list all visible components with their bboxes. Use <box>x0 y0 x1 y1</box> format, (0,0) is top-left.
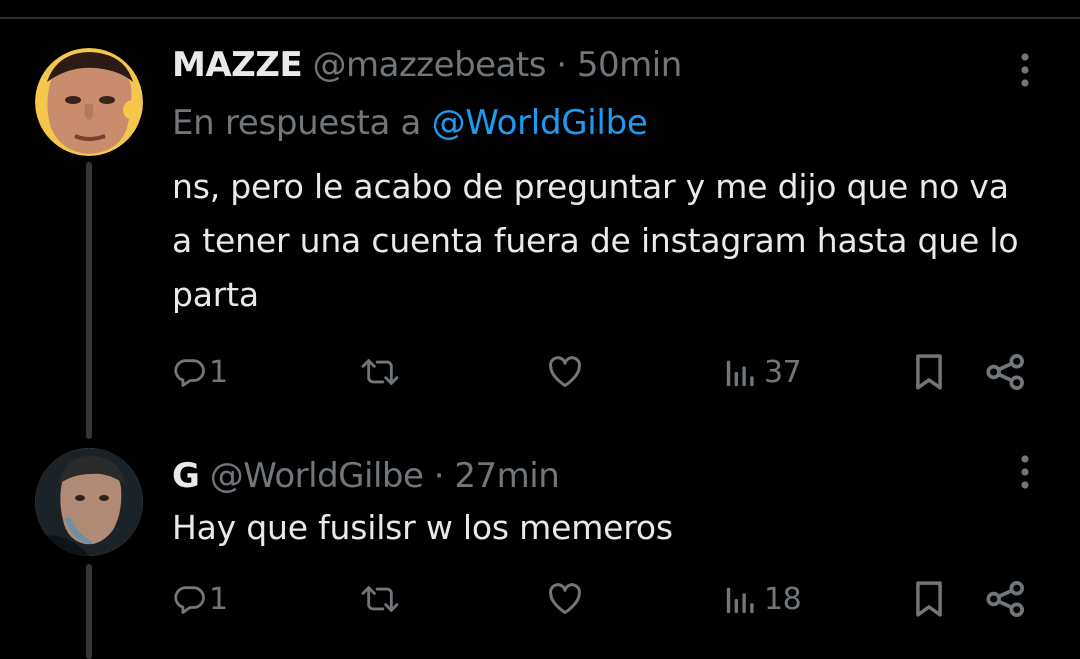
display-name[interactable]: G <box>172 456 200 496</box>
share-button[interactable] <box>986 574 1026 624</box>
bookmark-button[interactable] <box>912 347 946 397</box>
reply-prefix: En respuesta a <box>172 103 422 143</box>
thread-line <box>86 162 92 439</box>
tweet-actions: 1 18 <box>0 574 1080 624</box>
views-count: 18 <box>764 581 802 617</box>
reply-to-link[interactable]: @WorldGilbe <box>432 103 648 143</box>
tweet-header: MAZZE @mazzebeats · 50min <box>172 45 682 85</box>
tweet-text: ns, pero le acabo de preguntar y me dijo… <box>172 167 1019 314</box>
retweet-button[interactable] <box>358 574 404 624</box>
more-vertical-icon <box>1021 53 1029 87</box>
more-options-button[interactable] <box>1010 51 1040 91</box>
like-button[interactable] <box>547 347 585 397</box>
timestamp[interactable]: 27min <box>454 456 559 496</box>
user-handle[interactable]: @WorldGilbe <box>210 456 424 496</box>
tweet-header: G @WorldGilbe · 27min <box>172 456 560 496</box>
reply-bubble-icon <box>174 359 205 387</box>
user-handle[interactable]: @mazzebeats <box>313 45 547 85</box>
reply-count: 1 <box>209 581 228 617</box>
avatar[interactable] <box>35 448 143 556</box>
views-count: 37 <box>764 354 802 390</box>
avatar[interactable] <box>35 48 143 156</box>
reply-button[interactable]: 1 <box>173 347 228 397</box>
heart-icon <box>549 356 581 387</box>
reply-context: En respuesta a @WorldGilbe <box>172 103 648 143</box>
reply-button[interactable]: 1 <box>173 574 228 624</box>
reply-count: 1 <box>209 354 228 390</box>
views-bar-chart-icon <box>726 587 754 614</box>
bookmark-button[interactable] <box>912 574 946 624</box>
share-icon <box>986 581 1024 618</box>
bookmark-icon <box>916 581 942 617</box>
tweet-text: Hay que fusilsr w los memeros <box>172 508 673 547</box>
like-button[interactable] <box>547 574 585 624</box>
heart-icon <box>549 583 581 614</box>
retweet-button[interactable] <box>358 347 404 397</box>
tweet[interactable]: G @WorldGilbe · 27min Hay que fusilsr w … <box>0 429 1080 659</box>
tweet[interactable]: MAZZE @mazzebeats · 50min En respuesta a… <box>0 19 1080 439</box>
separator: · <box>556 45 567 85</box>
display-name[interactable]: MAZZE <box>172 45 303 85</box>
views-button[interactable]: 37 <box>724 347 802 397</box>
reply-bubble-icon <box>174 586 205 614</box>
retweet-icon <box>361 586 399 612</box>
more-options-button[interactable] <box>1010 453 1040 493</box>
separator: · <box>433 456 445 496</box>
views-bar-chart-icon <box>726 360 754 387</box>
share-icon <box>986 354 1024 390</box>
timestamp[interactable]: 50min <box>577 45 682 85</box>
views-button[interactable]: 18 <box>724 574 802 624</box>
more-vertical-icon <box>1021 455 1029 489</box>
share-button[interactable] <box>986 347 1026 397</box>
tweet-actions: 1 37 <box>0 347 1080 397</box>
retweet-icon <box>361 359 399 385</box>
bookmark-icon <box>916 354 942 390</box>
